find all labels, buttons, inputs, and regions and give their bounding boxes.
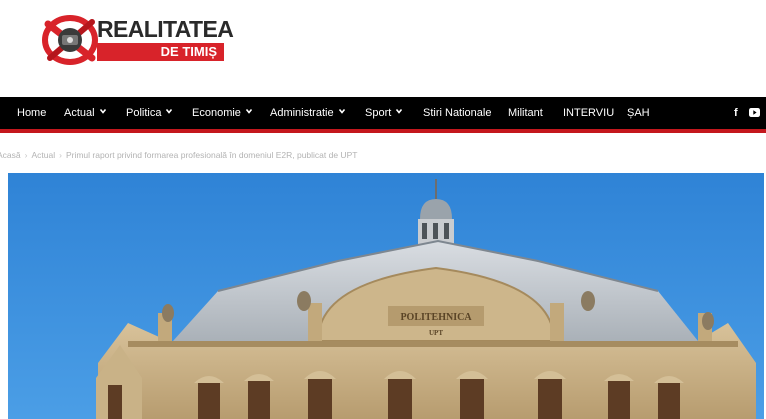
nav-item-label: Militant [508,107,543,119]
facebook-icon[interactable]: f [734,97,738,129]
nav-item-label: Stiri Nationale [423,107,492,119]
nav-item-label: Sport [365,107,392,119]
nav-item-label: Administratie [270,107,334,119]
nav-item-label: INTERVIU [563,107,615,119]
breadcrumb-current-page: Primul raport privind formarea profesion… [65,150,358,160]
building-sign-text: POLITEHNICA [400,312,472,323]
youtube-icon[interactable] [749,97,760,129]
youtube-play-icon [749,108,760,117]
logo-title: REALITATEA [97,16,234,42]
chevron-down-icon [166,108,173,114]
nav-item-interviu[interactable]: INTERVIU [563,97,614,129]
breadcrumb-home-link[interactable]: Acasă [0,150,21,160]
article-hero-image: POLITEHNICA UPT [8,173,764,419]
nav-item-label: Economie [192,107,241,119]
nav-item-economie[interactable]: Economie [192,97,252,129]
main-navigation: Home Actual Politica Economie Administra… [0,97,766,133]
site-logo[interactable]: REALITATEA DE TIMIȘ [40,12,240,68]
chevron-down-icon [245,108,252,114]
chevron-down-icon [99,108,106,114]
chevron-down-icon [396,108,403,114]
nav-item-administratie[interactable]: Administratie [270,97,345,129]
building-sign-subtext: UPT [429,329,443,337]
nav-item-actual[interactable]: Actual [64,97,106,129]
breadcrumb-separator: › [59,150,62,160]
breadcrumb-separator: › [24,150,28,160]
nav-item-sport[interactable]: Sport [365,97,403,129]
building-photo: POLITEHNICA UPT [8,173,764,419]
breadcrumb: Acasă›Actual›Primul raport privind forma… [0,148,766,162]
nav-item-sah[interactable]: ȘAH [627,97,650,129]
nav-item-politica[interactable]: Politica [126,97,173,129]
logo-emblem-icon [42,15,98,65]
nav-item-label: Politica [126,107,162,119]
logo-subtitle: DE TIMIȘ [97,43,224,61]
nav-item-home[interactable]: Home [17,97,46,129]
breadcrumb-category-link[interactable]: Actual [31,150,55,160]
nav-item-label: ȘAH [627,107,650,119]
nav-item-label: Home [17,107,47,119]
nav-item-stiri-nationale[interactable]: Stiri Nationale [423,97,491,129]
nav-item-militant[interactable]: Militant [508,97,543,129]
nav-item-label: Actual [64,107,95,119]
chevron-down-icon [338,108,345,114]
